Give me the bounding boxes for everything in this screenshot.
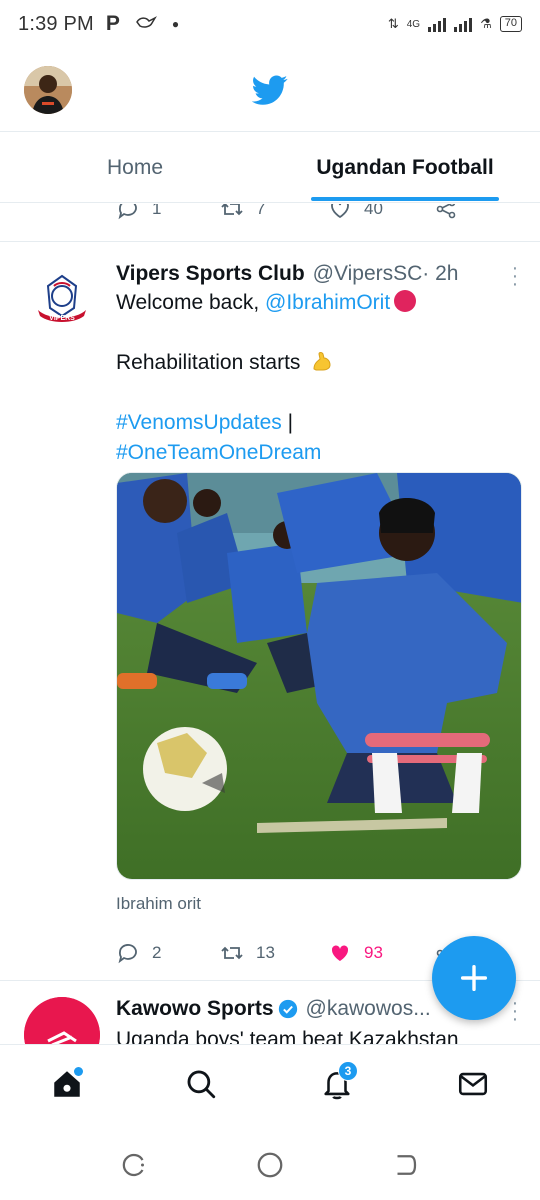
reply-icon	[118, 944, 137, 964]
mail-icon	[458, 1072, 488, 1096]
new-tweets-indicator	[74, 1067, 83, 1076]
retweet-icon	[221, 946, 243, 960]
svg-text:VIPERS: VIPERS	[49, 315, 75, 322]
previous-tweet-actions: 1 7 40	[116, 204, 466, 224]
reply-count: 2	[152, 943, 162, 962]
status-bar: 1:39 PM P ● ⇅ 4G ⚗ 70	[0, 0, 540, 48]
reply-button[interactable]: 2	[116, 941, 220, 965]
author-name[interactable]: Kawowo Sports	[116, 997, 274, 1021]
nav-search[interactable]	[184, 1067, 224, 1107]
status-right-icons: ⇅ 4G ⚗ 70	[388, 16, 522, 32]
tweet-text-prefix: Welcome back,	[116, 291, 265, 314]
tweet-vipers[interactable]: VIPERS Vipers Sports Club @VipersSC · 2h…	[0, 242, 540, 982]
hashtag-venoms-updates[interactable]: #VenomsUpdates	[116, 411, 282, 434]
tweet-media-photo[interactable]	[116, 472, 522, 880]
parking-icon: P	[105, 12, 120, 35]
back-icon	[397, 1155, 417, 1175]
hashtag-separator: |	[281, 411, 294, 434]
bottom-navigation: 3	[0, 1044, 540, 1130]
network-type: 4G	[406, 18, 421, 30]
like-button[interactable]: 40	[328, 204, 434, 221]
media-caption[interactable]: Ibrahim orit	[116, 894, 201, 914]
signal-icon	[428, 16, 447, 32]
system-navigation-bar	[0, 1130, 540, 1200]
heart-filled-icon	[331, 945, 349, 961]
tab-ugandan-football[interactable]: Ugandan Football	[270, 133, 540, 202]
more-options-icon[interactable]: · · ·	[510, 993, 520, 1029]
circle-home-icon	[257, 1152, 283, 1178]
active-tab-indicator	[311, 197, 499, 201]
nav-messages[interactable]	[456, 1067, 496, 1107]
signal-icon-2	[454, 16, 473, 32]
heart-icon	[331, 204, 349, 219]
recent-apps-button[interactable]	[120, 1150, 150, 1180]
recent-apps-icon	[122, 1153, 144, 1177]
tweet-text: Uganda boys' team beat Kazakhstan	[116, 1028, 459, 1044]
profile-avatar[interactable]	[24, 66, 72, 114]
system-back-button[interactable]	[390, 1150, 420, 1180]
retweet-count: 13	[256, 943, 275, 962]
share-button[interactable]	[434, 204, 458, 221]
verified-badge-icon	[278, 999, 297, 1019]
system-home-button[interactable]	[255, 1150, 285, 1180]
tweet-header: Vipers Sports Club @VipersSC · 2h	[116, 262, 520, 286]
tweet-time: · 2h	[422, 262, 459, 285]
retweet-icon	[221, 204, 243, 216]
search-icon	[187, 1070, 216, 1099]
kawowo-avatar[interactable]	[24, 997, 100, 1044]
tweet-text: Welcome back, @IbrahimOrit Rehabilitatio…	[116, 288, 520, 468]
reply-button[interactable]: 1	[116, 204, 220, 221]
author-handle[interactable]: @kawowos...	[306, 997, 431, 1021]
battery-icon: 70	[499, 16, 522, 32]
retweet-count: 7	[256, 204, 266, 218]
nav-notifications[interactable]: 3	[320, 1061, 360, 1107]
app-header	[0, 48, 540, 132]
tweet-line-2: Rehabilitation starts	[116, 348, 520, 378]
reply-count: 1	[152, 204, 162, 218]
red-circle-emoji	[394, 290, 417, 312]
tab-home[interactable]: Home	[0, 133, 270, 202]
compose-tweet-button[interactable]	[432, 936, 516, 1020]
more-options-icon[interactable]: · · ·	[510, 258, 520, 294]
tweet-text-rehab: Rehabilitation starts	[116, 351, 301, 374]
like-count: 93	[364, 943, 383, 962]
status-notification-icons: P ●	[106, 12, 179, 36]
tab-home-label: Home	[106, 155, 164, 179]
author-handle[interactable]: @VipersSC	[313, 262, 423, 286]
status-time: 1:39 PM	[18, 12, 94, 35]
author-name[interactable]: Vipers Sports Club	[116, 262, 305, 286]
like-button-liked[interactable]: 93	[328, 941, 434, 965]
hashtag-one-team-one-dream[interactable]: #OneTeamOneDream	[116, 441, 321, 464]
bird-notification-icon	[134, 13, 158, 36]
flexed-biceps-emoji	[313, 352, 331, 371]
retweet-button[interactable]: 7	[220, 204, 328, 221]
flask-icon: ⚗	[480, 16, 492, 31]
timeline-feed[interactable]: 1 7 40 VIPERS Vipers Sports Club @Vipers…	[0, 204, 540, 1044]
vipers-avatar[interactable]: VIPERS	[24, 262, 100, 338]
share-icon	[436, 204, 456, 219]
retweet-button[interactable]: 13	[220, 941, 328, 965]
twitter-bird-icon	[252, 75, 288, 105]
nav-home[interactable]	[50, 1067, 90, 1107]
timeline-tabs: Home Ugandan Football	[0, 133, 540, 203]
tweet-line-3: #VenomsUpdates |	[116, 408, 520, 438]
reply-icon	[118, 204, 137, 220]
tweet-actions: 2 13 93	[116, 938, 476, 968]
mention-link[interactable]: @IbrahimOrit	[265, 291, 390, 314]
tab-ugandan-football-label: Ugandan Football	[316, 155, 494, 179]
plus-icon	[460, 964, 488, 992]
data-transfer-icon: ⇅	[387, 16, 399, 31]
dot-icon: ●	[171, 17, 180, 31]
like-count: 40	[364, 204, 383, 218]
tweet-line-4: #OneTeamOneDream	[116, 438, 520, 468]
notification-count-badge: 3	[338, 1061, 358, 1081]
tweet-line-1: Welcome back, @IbrahimOrit	[116, 288, 520, 318]
